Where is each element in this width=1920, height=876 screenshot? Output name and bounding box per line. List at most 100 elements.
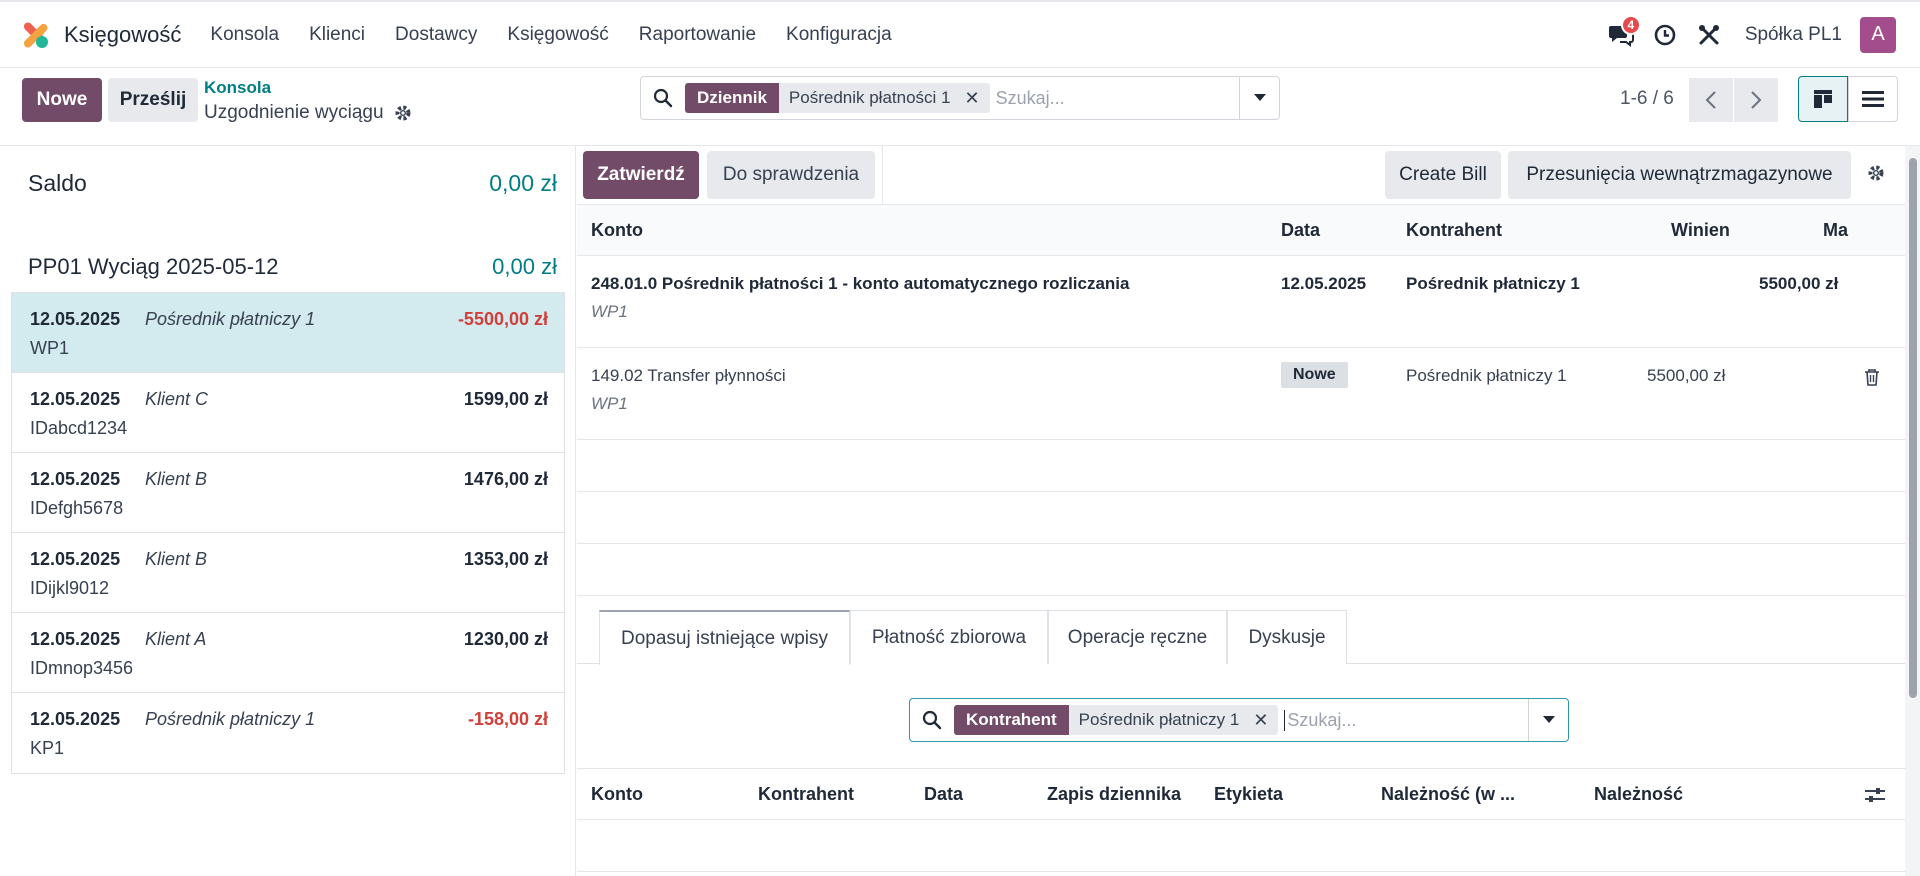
balance-label: Saldo — [28, 170, 87, 196]
empty-row — [577, 492, 1905, 544]
to-check-button[interactable]: Do sprawdzenia — [707, 151, 875, 199]
search-input[interactable]: Szukaj... — [996, 88, 1239, 109]
tab-label: Dopasuj istniejące wpisy — [621, 627, 828, 649]
search-dropdown-toggle[interactable] — [1239, 77, 1279, 119]
line-date: 12.05.2025 — [30, 309, 121, 329]
column-partner[interactable]: Kontrahent — [758, 784, 854, 805]
reconciliation-panel: Zatwierdź Do sprawdzenia Create Bill Prz… — [577, 146, 1920, 876]
sliders-icon[interactable] — [1865, 786, 1885, 804]
statement-lines-list: 12.05.2025 Pośrednik płatniczy 1 -5500,0… — [11, 292, 565, 774]
line-reference: IDmnop3456 — [30, 658, 134, 678]
gear-icon[interactable] — [394, 104, 412, 122]
line-account: 248.01.0 Pośrednik płatności 1 - konto a… — [591, 274, 1130, 293]
column-debit: Winien — [1671, 220, 1730, 240]
line-reference: IDefgh5678 — [30, 498, 124, 518]
column-partner: Kontrahent — [1406, 220, 1502, 240]
trash-icon[interactable] — [1864, 368, 1880, 386]
tab-match-existing[interactable]: Dopasuj istniejące wpisy — [599, 610, 850, 665]
app-name[interactable]: Księgowość — [64, 22, 181, 48]
tab-manual-operations[interactable]: Operacje ręczne — [1048, 610, 1227, 664]
table-row[interactable]: 149.02 Transfer płynności WP1 Nowe Pośre… — [577, 348, 1905, 440]
table-row[interactable]: 248.01.0 Pośrednik płatności 1 - konto a… — [577, 256, 1905, 348]
tab-label: Dyskusje — [1248, 626, 1326, 648]
line-amount: 1230,00 zł — [463, 629, 548, 649]
line-credit: 5500,00 zł — [1759, 274, 1839, 293]
upload-button[interactable]: Prześlij — [108, 78, 198, 122]
list-item[interactable]: 12.05.2025 Pośrednik płatniczy 1 -5500,0… — [12, 293, 564, 373]
clock-icon — [1654, 24, 1676, 45]
line-reference: IDijkl9012 — [30, 578, 110, 598]
line-date: 12.05.2025 — [30, 389, 121, 409]
list-item[interactable]: 12.05.2025 Pośrednik płatniczy 1 -158,00… — [12, 693, 564, 773]
activity-button[interactable] — [1643, 13, 1687, 57]
column-journal-entry[interactable]: Zapis dziennika — [1047, 784, 1181, 805]
column-amount[interactable]: Należność — [1594, 784, 1683, 805]
validate-button[interactable]: Zatwierdź — [583, 151, 699, 199]
app-logo-icon[interactable] — [20, 20, 50, 50]
tab-label: Płatność zbiorowa — [871, 626, 1027, 648]
search-icon — [653, 88, 673, 108]
search-bar[interactable]: Dziennik Pośrednik płatności 1 ✕ Szukaj.… — [640, 76, 1280, 120]
pager-value[interactable]: 1-6 / 6 — [1620, 88, 1674, 110]
facet-label: Dziennik — [685, 83, 779, 113]
match-table-header: Konto Kontrahent Data Zapis dziennika Et… — [577, 768, 1905, 820]
scrollbar[interactable] — [1905, 146, 1920, 876]
list-item[interactable]: 12.05.2025 Klient B 1353,00 zł IDijkl901… — [12, 533, 564, 613]
debug-tools-button[interactable] — [1687, 13, 1731, 57]
user-avatar[interactable]: A — [1860, 16, 1896, 53]
menu-konfiguracja[interactable]: Konfiguracja — [771, 24, 907, 46]
tab-discussion[interactable]: Dyskusje — [1227, 610, 1347, 664]
menu-klienci[interactable]: Klienci — [294, 24, 380, 46]
list-icon — [1862, 91, 1884, 107]
tab-label: Operacje ręczne — [1067, 626, 1208, 648]
list-item[interactable]: 12.05.2025 Klient B 1476,00 zł IDefgh567… — [12, 453, 564, 533]
list-view-button[interactable] — [1848, 76, 1898, 122]
column-account[interactable]: Konto — [591, 784, 643, 805]
line-account: 149.02 Transfer płynności — [591, 366, 786, 385]
line-partner: Klient A — [145, 629, 207, 649]
list-item[interactable]: 12.05.2025 Klient A 1230,00 zł IDmnop345… — [12, 613, 564, 693]
company-switcher[interactable]: Spółka PL1 — [1745, 24, 1842, 46]
statement-label[interactable]: PP01 Wyciąg 2025-05-12 — [28, 254, 279, 280]
breadcrumb-parent[interactable]: Konsola — [204, 78, 271, 98]
search-facet-partner: Kontrahent Pośrednik płatniczy 1 ✕ — [954, 705, 1279, 735]
tab-batch-payment[interactable]: Płatność zbiorowa — [850, 610, 1048, 664]
line-reference: KP1 — [30, 738, 65, 758]
chevron-right-icon — [1751, 91, 1762, 109]
partner-search-bar[interactable]: Kontrahent Pośrednik płatniczy 1 ✕ Szuka… — [909, 698, 1569, 742]
pager-previous-button[interactable] — [1689, 78, 1733, 122]
list-item[interactable]: 12.05.2025 Klient C 1599,00 zł IDabcd123… — [12, 373, 564, 453]
new-button[interactable]: Nowe — [22, 78, 102, 122]
empty-row — [577, 544, 1905, 596]
lines-table-header: Konto Data Kontrahent Winien Ma — [577, 204, 1905, 256]
messages-button[interactable]: 4 — [1599, 13, 1643, 57]
pager-next-button[interactable] — [1734, 78, 1778, 122]
column-account: Konto — [591, 220, 643, 240]
close-icon[interactable]: ✕ — [1253, 710, 1268, 731]
column-date[interactable]: Data — [924, 784, 963, 805]
internal-transfer-button[interactable]: Przesunięcia wewnątrzmagazynowe — [1508, 151, 1851, 199]
control-panel: Nowe Prześlij Konsola Uzgodnienie wyciąg… — [0, 68, 1920, 146]
facet-value: Pośrednik płatności 1 — [788, 88, 951, 107]
line-partner: Pośrednik płatniczy 1 — [1406, 366, 1567, 385]
scrollbar-thumb[interactable] — [1909, 158, 1917, 698]
column-credit: Ma — [1823, 220, 1849, 240]
search-input[interactable]: Szukaj... — [1284, 709, 1528, 731]
line-amount: 1476,00 zł — [463, 469, 548, 489]
column-amount-currency[interactable]: Należność (w ... — [1381, 784, 1515, 805]
menu-ksiegowosc[interactable]: Księgowość — [492, 24, 623, 46]
menu-raportowanie[interactable]: Raportowanie — [624, 24, 771, 46]
empty-row — [577, 440, 1905, 492]
line-partner: Pośrednik płatniczy 1 — [145, 309, 316, 329]
column-label[interactable]: Etykieta — [1214, 784, 1283, 805]
statement-value: 0,00 zł — [492, 254, 557, 279]
menu-dostawcy[interactable]: Dostawcy — [380, 24, 492, 46]
tools-icon — [1698, 24, 1719, 44]
gear-icon[interactable] — [1867, 164, 1885, 182]
menu-konsola[interactable]: Konsola — [195, 24, 294, 46]
kanban-view-button[interactable] — [1798, 76, 1848, 122]
create-bill-button[interactable]: Create Bill — [1385, 151, 1501, 199]
close-icon[interactable]: ✕ — [965, 88, 980, 109]
search-dropdown-toggle[interactable] — [1528, 699, 1568, 741]
chevron-left-icon — [1705, 91, 1716, 109]
